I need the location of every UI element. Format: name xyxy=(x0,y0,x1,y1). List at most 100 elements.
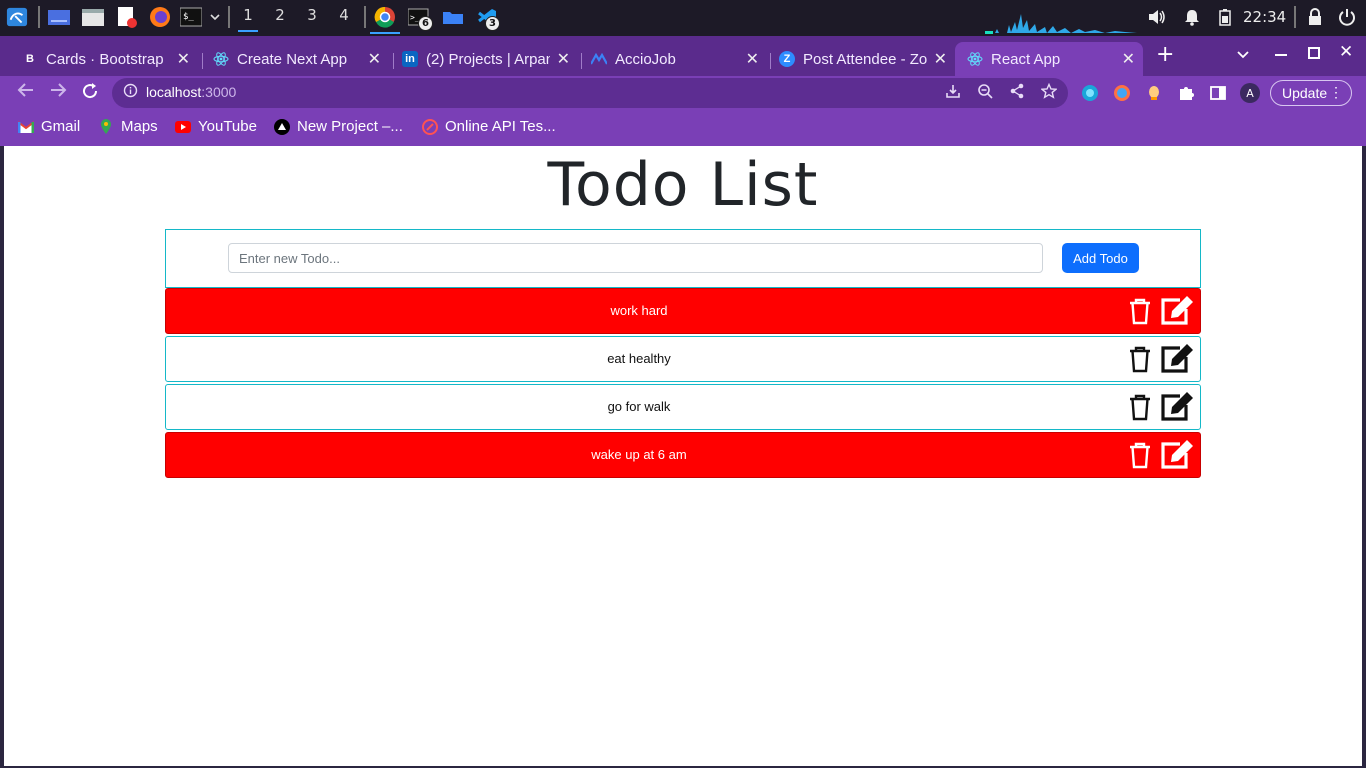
close-tab-icon[interactable]: ✕ xyxy=(1122,49,1135,69)
url-host: localhost xyxy=(146,84,202,100)
extension-edge-icon[interactable] xyxy=(1081,84,1099,102)
tab-separator xyxy=(581,53,582,69)
todo-item: wake up at 6 am xyxy=(165,432,1201,478)
workspace-3[interactable]: 3 xyxy=(302,6,322,24)
bookmark-star-icon[interactable] xyxy=(1040,82,1058,103)
maximize-icon[interactable] xyxy=(1308,47,1320,59)
terminal-icon[interactable]: $_ xyxy=(180,6,202,28)
clock[interactable]: 22:34 xyxy=(1243,8,1286,26)
taskbar-separator xyxy=(1294,6,1296,28)
bookmark-label: New Project –... xyxy=(297,118,403,135)
todo-text[interactable]: go for walk xyxy=(166,399,1112,414)
tab-separator xyxy=(202,53,203,69)
tab-search-chevron-icon[interactable] xyxy=(1236,46,1250,65)
browser-toolbar: localhost:3000 xyxy=(0,76,1366,111)
show-desktop-icon[interactable] xyxy=(48,6,70,28)
folder-icon[interactable] xyxy=(442,6,464,28)
linkedin-icon: in xyxy=(402,51,418,67)
todo-text[interactable]: work hard xyxy=(166,303,1112,318)
tab-bootstrap-cards[interactable]: B Cards · Bootstrap ✕ xyxy=(22,42,198,76)
chrome-icon[interactable] xyxy=(374,6,396,28)
kali-menu-icon[interactable] xyxy=(6,6,28,28)
new-todo-input[interactable] xyxy=(228,243,1043,273)
forward-arrow-icon[interactable] xyxy=(49,82,67,103)
taskbar-separator xyxy=(38,6,40,28)
extension-colorful-icon[interactable] xyxy=(1113,84,1131,102)
bookmark-youtube[interactable]: YouTube xyxy=(175,118,257,135)
kebab-menu-icon[interactable]: ⋮ xyxy=(1329,84,1343,101)
back-arrow-icon[interactable] xyxy=(17,82,35,103)
delete-trash-icon[interactable] xyxy=(1128,345,1152,377)
close-window-icon[interactable]: ✕ xyxy=(1339,42,1353,62)
close-tab-icon[interactable]: ✕ xyxy=(746,49,759,69)
tab-create-next-app[interactable]: Create Next App ✕ xyxy=(213,42,389,76)
extension-bulb-icon[interactable] xyxy=(1145,84,1163,102)
file-manager-icon[interactable] xyxy=(82,6,104,28)
close-tab-icon[interactable]: ✕ xyxy=(934,49,947,69)
bookmark-new-project[interactable]: New Project –... xyxy=(274,118,403,135)
bookmark-gmail[interactable]: Gmail xyxy=(18,118,80,135)
minimize-icon[interactable] xyxy=(1275,54,1287,56)
workspace-1[interactable]: 1 xyxy=(238,6,258,32)
delete-trash-icon[interactable] xyxy=(1128,297,1152,329)
text-editor-icon[interactable] xyxy=(116,6,138,28)
bookmark-online-api-tester[interactable]: Online API Tes... xyxy=(422,118,556,135)
add-todo-button[interactable]: Add Todo xyxy=(1062,243,1139,273)
battery-icon[interactable] xyxy=(1214,6,1236,28)
firefox-icon[interactable] xyxy=(149,6,171,28)
bookmark-maps[interactable]: Maps xyxy=(98,118,158,135)
address-bar[interactable]: localhost:3000 xyxy=(112,78,1068,108)
workspace-4[interactable]: 4 xyxy=(334,6,354,24)
install-app-icon[interactable] xyxy=(945,83,961,103)
workspace-2[interactable]: 2 xyxy=(270,6,290,24)
zoom-out-icon[interactable] xyxy=(977,83,993,103)
side-panel-icon[interactable] xyxy=(1209,84,1227,102)
delete-trash-icon[interactable] xyxy=(1128,441,1152,473)
close-tab-icon[interactable]: ✕ xyxy=(368,49,381,69)
site-info-icon[interactable] xyxy=(123,83,138,102)
maps-icon xyxy=(98,118,114,135)
todo-text[interactable]: wake up at 6 am xyxy=(166,447,1112,462)
add-todo-form: Add Todo xyxy=(165,229,1201,288)
close-tab-icon[interactable]: ✕ xyxy=(557,49,570,69)
tab-react-app[interactable]: React App ✕ xyxy=(955,42,1143,76)
close-tab-icon[interactable]: ✕ xyxy=(177,49,190,69)
bootstrap-icon: B xyxy=(26,53,34,65)
profile-avatar[interactable]: A xyxy=(1240,83,1260,103)
edit-pencil-icon[interactable] xyxy=(1160,391,1194,425)
tab-title: Post Attendee - Zo xyxy=(803,50,927,68)
update-browser-button[interactable]: Update ⋮ xyxy=(1270,80,1352,106)
reload-icon[interactable] xyxy=(81,82,99,105)
tab-zoom-post-attendee[interactable]: Z Post Attendee - Zo ✕ xyxy=(779,42,955,76)
page-viewport: Todo List Add Todo work hard eat healthy… xyxy=(4,146,1362,766)
share-icon[interactable] xyxy=(1009,83,1025,103)
tab-title: React App xyxy=(991,50,1061,68)
lock-screen-icon[interactable] xyxy=(1304,6,1326,28)
chevron-down-icon[interactable] xyxy=(204,6,226,28)
edit-pencil-icon[interactable] xyxy=(1160,439,1194,473)
tab-acciojob[interactable]: AccioJob ✕ xyxy=(591,42,767,76)
bookmark-label: YouTube xyxy=(198,118,257,135)
edit-pencil-icon[interactable] xyxy=(1160,295,1194,329)
url-port: :3000 xyxy=(201,84,237,100)
extensions-puzzle-icon[interactable] xyxy=(1177,84,1195,102)
acciojob-icon xyxy=(591,51,607,67)
bookmark-label: Maps xyxy=(121,118,158,135)
new-tab-icon[interactable]: + xyxy=(1156,42,1174,67)
youtube-icon xyxy=(175,119,191,135)
taskbar-separator xyxy=(228,6,230,28)
todo-text[interactable]: eat healthy xyxy=(166,351,1112,366)
todo-item: go for walk xyxy=(165,384,1201,430)
power-icon[interactable] xyxy=(1336,6,1358,28)
gmail-icon xyxy=(18,119,34,135)
notifications-bell-icon[interactable] xyxy=(1181,6,1203,28)
tab-title: Cards · Bootstrap xyxy=(46,50,164,68)
active-app-indicator xyxy=(370,32,400,34)
window-count-badge: 6 xyxy=(418,16,433,31)
edit-pencil-icon[interactable] xyxy=(1160,343,1194,377)
delete-trash-icon[interactable] xyxy=(1128,393,1152,425)
tab-linkedin-projects[interactable]: in (2) Projects | Arpan ✕ xyxy=(402,42,578,76)
volume-icon[interactable] xyxy=(1146,6,1168,28)
window-count-badge: 3 xyxy=(485,16,500,31)
react-icon xyxy=(967,51,983,67)
